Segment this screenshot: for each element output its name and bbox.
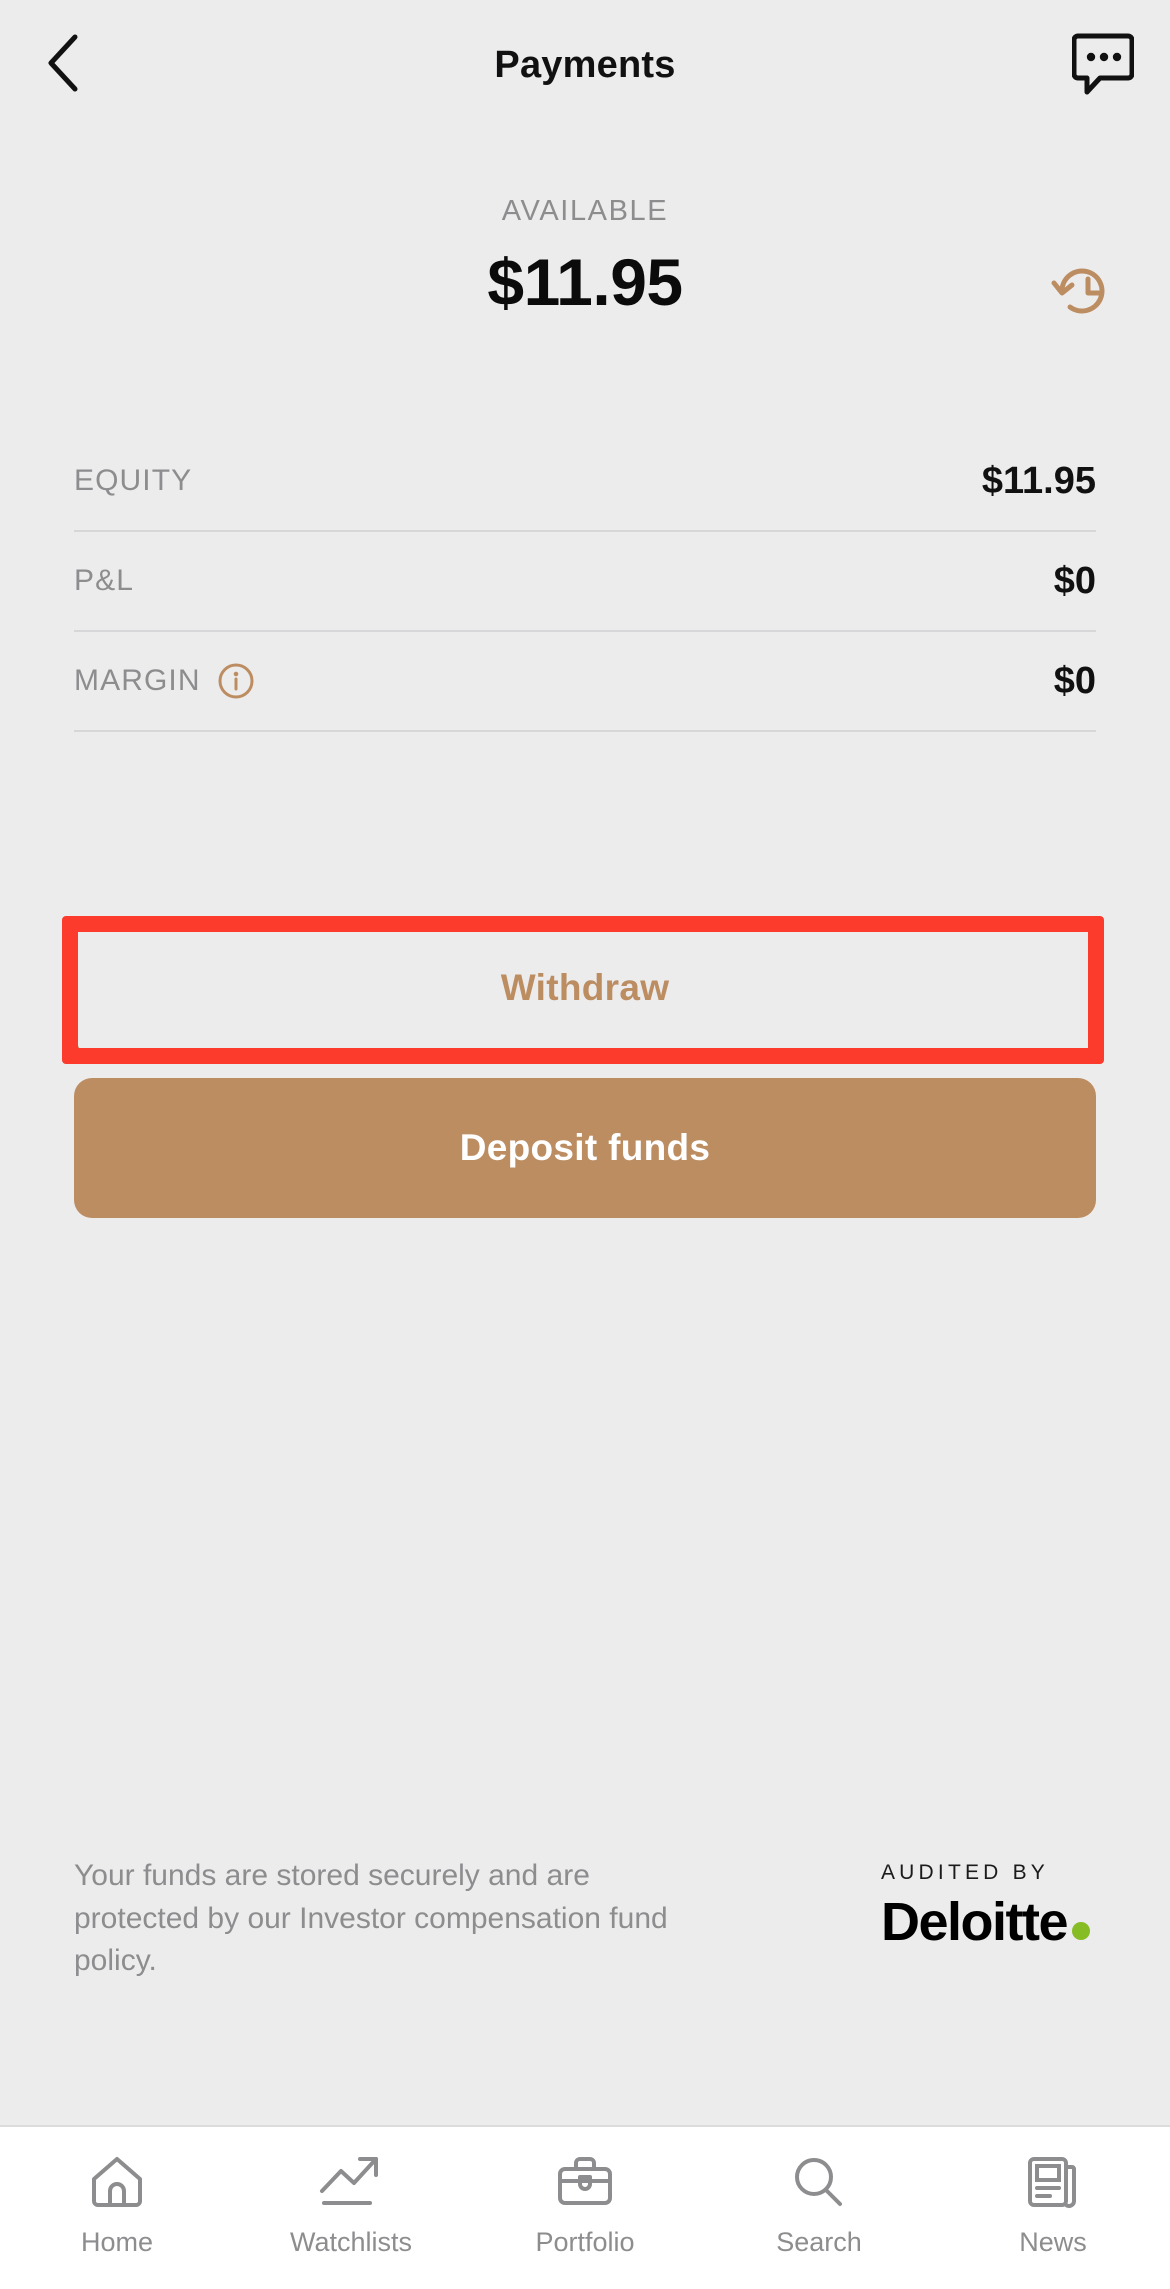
audited-by-label: AUDITED BY [880,1861,1049,1884]
stat-label-text: MARGIN [74,664,201,697]
stat-label: P&L [74,564,134,598]
history-clock-icon [1051,268,1105,314]
nav-item-portfolio[interactable]: Portfolio [468,2151,702,2258]
nav-item-home[interactable]: Home [0,2151,234,2258]
stat-row-margin: MARGIN $0 [74,632,1096,732]
deposit-funds-button[interactable]: Deposit funds [74,1078,1096,1218]
transaction-history-button[interactable] [1046,255,1118,327]
funds-disclaimer-text: Your funds are stored securely and are p… [74,1859,668,1978]
available-label: AVAILABLE [501,195,669,227]
footer: Your funds are stored securely and are p… [74,1855,1096,1983]
deloitte-logo: Deloitte [881,1891,1090,1953]
stat-label: MARGIN [74,662,255,700]
nav-label: Home [80,2227,154,2257]
stat-value: $11.95 [981,459,1096,502]
nav-label: Search [776,2227,862,2257]
account-stats-list: EQUITY $11.95 P&L $0 MARGIN $0 [74,432,1096,732]
withdraw-button[interactable]: Withdraw [74,918,1096,1058]
magnifier-icon [788,2151,850,2213]
stat-label-text: EQUITY [74,464,193,497]
stat-row-equity: EQUITY $11.95 [74,432,1096,532]
nav-item-search[interactable]: Search [702,2151,936,2258]
bottom-navigation-bar: Home Watchlists Portfolio Search News [0,2125,1170,2289]
chat-button[interactable] [1064,24,1142,102]
nav-label: News [1019,2227,1087,2257]
app-header: Payments [0,0,1170,120]
nav-label: Portfolio [535,2227,635,2257]
trending-up-icon [316,2151,386,2213]
deloitte-green-dot [1072,1922,1090,1940]
available-balance-block: AVAILABLE $11.95 [0,195,1170,320]
nav-item-news[interactable]: News [936,2151,1170,2258]
available-amount: $11.95 [487,245,683,319]
info-circle-icon[interactable] [217,662,255,700]
stat-label-text: P&L [74,564,135,597]
newspaper-icon [1022,2151,1084,2213]
chat-bubble-dots-icon [1072,33,1134,95]
page-title: Payments [494,44,676,86]
stat-value: $0 [1053,659,1096,702]
deloitte-wordmark: Deloitte [880,1892,1069,1952]
nav-item-watchlists[interactable]: Watchlists [234,2151,468,2258]
home-icon [86,2151,148,2213]
briefcase-icon [554,2151,616,2213]
auditor-badge: AUDITED BY Deloitte [881,1855,1096,1953]
stat-label: EQUITY [74,464,192,498]
nav-label: Watchlists [289,2227,412,2257]
stat-row-pl: P&L $0 [74,532,1096,632]
stat-value: $0 [1053,559,1096,602]
payments-screen: Payments AVAILABLE $11.95 EQUITY $11.95 [0,0,1170,2289]
